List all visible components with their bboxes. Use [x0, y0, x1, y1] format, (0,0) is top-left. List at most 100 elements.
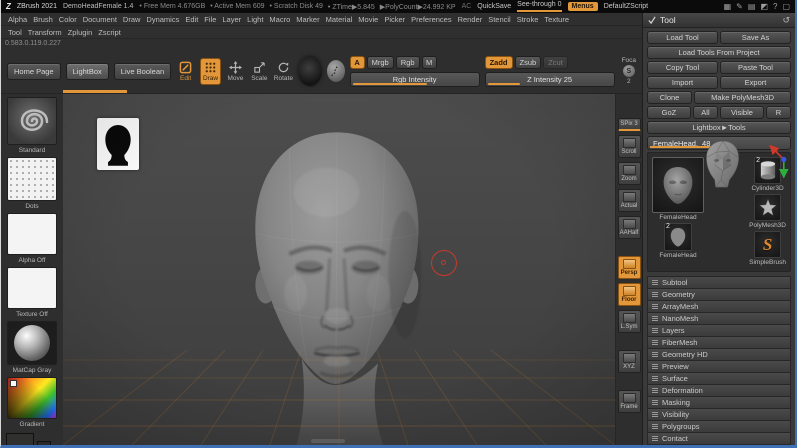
scroll-button[interactable]: Scroll — [617, 135, 641, 158]
copy-tool-button[interactable]: Copy Tool — [647, 61, 718, 74]
subpalette-header[interactable]: NanoMesh — [647, 312, 791, 324]
menu-item[interactable]: Brush — [30, 15, 56, 24]
export-button[interactable]: Export — [720, 76, 791, 89]
import-button[interactable]: Import — [647, 76, 718, 89]
menu-item[interactable]: Stroke — [514, 15, 542, 24]
menu-item[interactable]: Dynamics — [143, 15, 182, 24]
load-tools-from-project-button[interactable]: Load Tools From Project — [647, 46, 791, 59]
secondary-color-swatch[interactable] — [37, 441, 51, 445]
alpha-silhouette-preview[interactable] — [97, 118, 139, 170]
tool-thumbnail-simplebrush[interactable]: S — [754, 231, 782, 258]
menu-item[interactable]: Material — [323, 15, 356, 24]
rotate-button[interactable]: Rotate — [274, 59, 293, 84]
menu-item[interactable]: Transform — [25, 28, 65, 37]
material-thumbnail[interactable] — [7, 321, 57, 365]
floor-button[interactable]: Floor — [617, 283, 641, 306]
brush-thumbnail[interactable] — [7, 97, 57, 145]
document-canvas[interactable] — [63, 94, 615, 445]
menu-item[interactable]: Light — [244, 15, 266, 24]
lightbox-tools-button[interactable]: Lightbox►Tools — [647, 121, 791, 134]
live-boolean-button[interactable]: Live Boolean — [113, 62, 172, 80]
focal-shift-control[interactable]: Foca S 2 — [622, 57, 636, 85]
subpalette-header[interactable]: Morph Target — [647, 444, 791, 445]
paste-tool-button[interactable]: Paste Tool — [720, 61, 791, 74]
frame-button[interactable]: Frame — [617, 390, 641, 413]
z-intensity-slider[interactable]: Z Intensity 25 — [484, 71, 615, 87]
all-button[interactable]: All — [692, 106, 718, 119]
tool-palette-header[interactable]: Tool ↺ — [643, 13, 795, 28]
menu-item[interactable]: Zscript — [95, 28, 124, 37]
scale-button[interactable]: Scale — [250, 59, 269, 84]
subpalette-header[interactable]: ArrayMesh — [647, 300, 791, 312]
aahalf-button[interactable]: AAHalf — [617, 216, 641, 239]
menu-item[interactable]: Draw — [120, 15, 144, 24]
mrgb-button[interactable]: Mrgb — [366, 55, 394, 69]
visible-button[interactable]: Visible — [720, 106, 764, 119]
home-page-button[interactable]: Home Page — [7, 62, 61, 80]
menu-item[interactable]: Tool — [5, 28, 25, 37]
menu-item[interactable]: Alpha — [5, 15, 30, 24]
menu-item[interactable]: Marker — [293, 15, 322, 24]
draw-button[interactable]: Draw — [200, 57, 221, 85]
subpalette-header[interactable]: FiberMesh — [647, 336, 791, 348]
edit-button[interactable]: Edit — [176, 59, 195, 84]
goz-button[interactable]: GoZ — [647, 106, 691, 119]
tool-thumbnail-femalehead-active[interactable] — [652, 157, 704, 213]
subpalette-header[interactable]: Deformation — [647, 384, 791, 396]
help-icon[interactable]: ? — [773, 2, 777, 11]
menu-item[interactable]: Stencil — [485, 15, 514, 24]
window-icon[interactable]: ▢ — [782, 2, 790, 11]
zcut-button[interactable]: Zcut — [543, 55, 568, 69]
menu-item[interactable]: Texture — [541, 15, 572, 24]
spix-slider[interactable]: SPix 3 — [617, 118, 641, 131]
menu-item[interactable]: Color — [56, 15, 80, 24]
menu-item[interactable]: Document — [80, 15, 120, 24]
default-zscript-button[interactable]: DefaultZScript — [604, 3, 648, 10]
menu-item[interactable]: Zplugin — [65, 28, 96, 37]
menu-item[interactable]: Movie — [355, 15, 381, 24]
actual-size-button[interactable]: Actual — [617, 189, 641, 212]
menus-button[interactable]: Menus — [567, 2, 598, 11]
grid-icon[interactable]: ▦ — [724, 2, 732, 11]
zadd-button[interactable]: Zadd — [484, 55, 513, 69]
rgb-button[interactable]: Rgb — [395, 55, 420, 69]
subpalette-header[interactable]: Layers — [647, 324, 791, 336]
tool-thumbnail-polymesh3d[interactable] — [754, 194, 782, 221]
pen-icon[interactable]: ✎ — [736, 2, 743, 11]
subpalette-header[interactable]: Preview — [647, 360, 791, 372]
subpalette-header[interactable]: Surface — [647, 372, 791, 384]
r-button[interactable]: R — [765, 106, 791, 119]
quicksave-button[interactable]: QuickSave — [477, 3, 511, 10]
texture-thumbnail[interactable] — [7, 267, 57, 309]
m-button[interactable]: M — [421, 55, 437, 69]
subpalette-header[interactable]: Polygroups — [647, 420, 791, 432]
save-as-button[interactable]: Save As — [720, 31, 791, 44]
subpalette-header[interactable]: Geometry HD — [647, 348, 791, 360]
menu-item[interactable]: Edit — [182, 15, 201, 24]
menu-item[interactable]: File — [201, 15, 219, 24]
doc-icon[interactable]: ▤ — [748, 2, 756, 11]
rgb-intensity-slider[interactable]: Rgb Intensity — [349, 71, 480, 87]
menu-item[interactable]: Picker — [381, 15, 408, 24]
menu-item[interactable]: Layer — [219, 15, 244, 24]
restore-configuration-icon[interactable]: ↺ — [782, 15, 790, 25]
xyz-button[interactable]: XYZ — [617, 350, 641, 373]
load-tool-button[interactable]: Load Tool — [647, 31, 718, 44]
local-symmetry-button[interactable]: L.Sym — [617, 310, 641, 333]
color-picker[interactable] — [7, 377, 57, 419]
move-button[interactable]: Move — [226, 59, 245, 84]
see-through-slider[interactable]: See-through 0 — [517, 1, 562, 12]
brush-preview[interactable] — [297, 56, 322, 86]
canvas-scrollbar[interactable] — [311, 439, 346, 443]
persp-button[interactable]: Persp — [617, 256, 641, 279]
subpalette-header[interactable]: Masking — [647, 396, 791, 408]
clone-button[interactable]: Clone — [647, 91, 693, 104]
stroke-thumbnail[interactable] — [7, 157, 57, 201]
tool-thumbnail-femalehead-2[interactable]: 2 — [664, 223, 692, 251]
make-polymesh3d-button[interactable]: Make PolyMesh3D — [694, 91, 791, 104]
subpalette-header[interactable]: Subtool — [647, 276, 791, 288]
subpalette-header[interactable]: Visibility — [647, 408, 791, 420]
zoom-button[interactable]: Zoom — [617, 162, 641, 185]
subpalette-header[interactable]: Geometry — [647, 288, 791, 300]
split-view-icon[interactable]: ◩ — [760, 2, 768, 11]
